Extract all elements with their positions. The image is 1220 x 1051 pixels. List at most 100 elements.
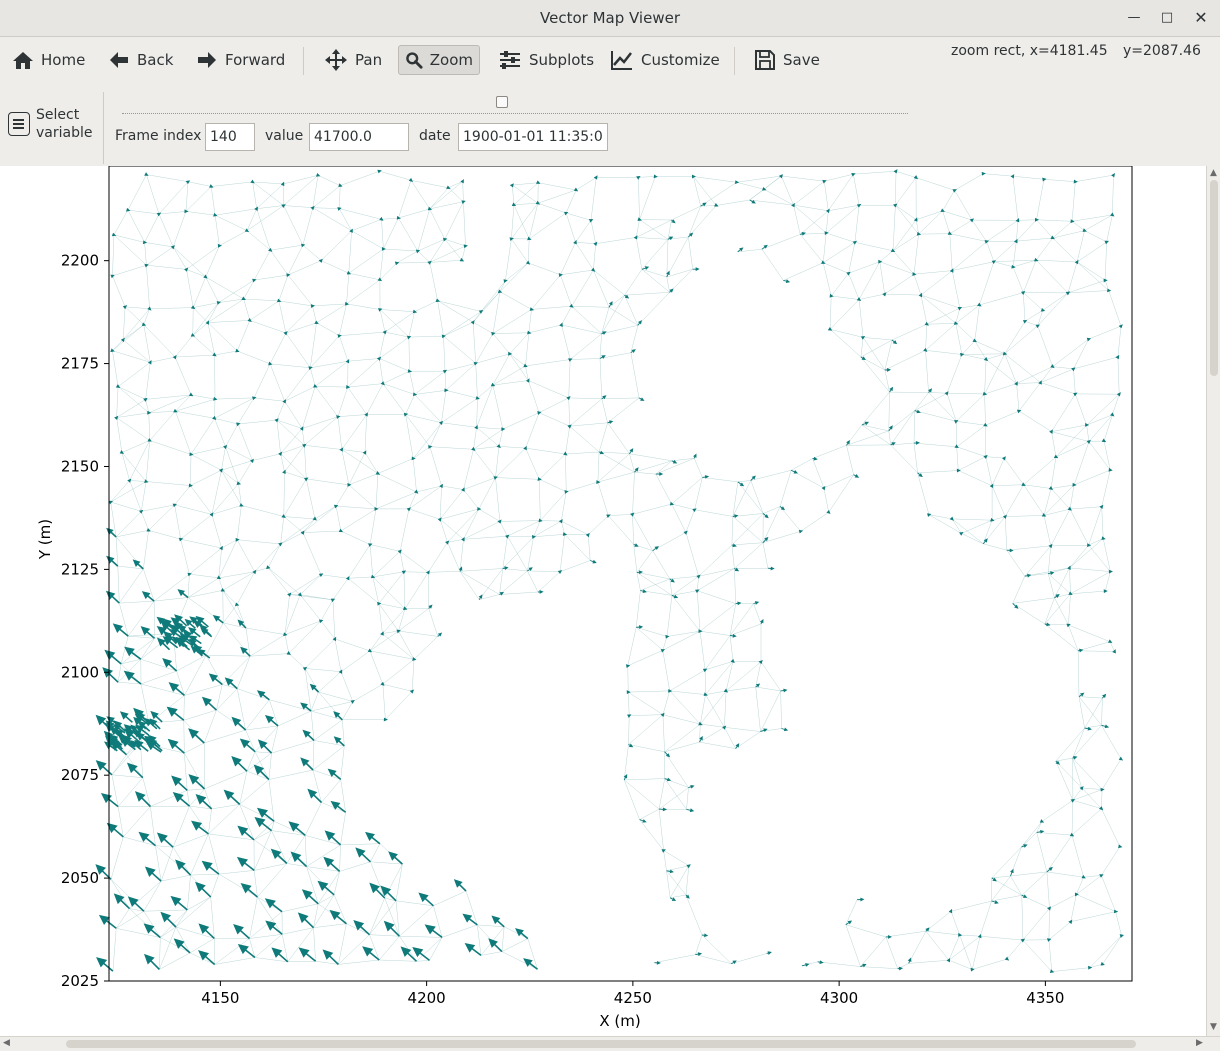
forward-button[interactable]: Forward xyxy=(190,45,291,75)
frame-slider-handle[interactable] xyxy=(496,96,508,108)
velocity-vector xyxy=(692,508,697,513)
mesh-edge xyxy=(511,238,529,264)
y-tick-label: 2075 xyxy=(61,766,99,784)
mesh-edge xyxy=(192,302,219,336)
velocity-vector xyxy=(982,538,988,545)
mesh-edge xyxy=(829,295,832,330)
mesh-edge xyxy=(1012,597,1055,604)
value-input[interactable] xyxy=(309,123,409,151)
mesh-edge xyxy=(1049,894,1077,909)
mesh-edge xyxy=(116,417,123,453)
save-button[interactable]: Save xyxy=(748,45,826,75)
mesh-edge xyxy=(1054,567,1070,598)
move-icon xyxy=(325,49,347,71)
mesh-edge xyxy=(731,516,734,546)
frame-slider[interactable] xyxy=(122,113,908,114)
select-variable-button[interactable]: Select variable xyxy=(8,106,92,142)
velocity-vector xyxy=(208,673,223,686)
mesh-edge xyxy=(154,597,189,602)
plot-canvas[interactable]: 4150 4200 4250 4300 4350 2025 2050 2075 2100 212… xyxy=(0,165,1206,1036)
home-button[interactable]: Home xyxy=(6,45,91,75)
velocity-vector xyxy=(734,567,740,572)
velocity-vector xyxy=(888,425,893,432)
minimize-icon[interactable]: — xyxy=(1124,8,1144,28)
velocity-vector xyxy=(367,543,373,547)
mesh-edge xyxy=(920,294,956,324)
subplots-button[interactable]: Subplots xyxy=(492,45,600,75)
mesh-edge xyxy=(1088,325,1122,340)
mesh-edge xyxy=(476,398,478,428)
scroll-up-icon[interactable]: ▲ xyxy=(1210,168,1217,178)
mesh-edge xyxy=(511,204,515,239)
velocity-vector xyxy=(100,793,119,808)
pan-button[interactable]: Pan xyxy=(318,45,388,75)
mesh-edge xyxy=(1046,871,1050,909)
mesh-edge xyxy=(214,350,238,356)
velocity-vector xyxy=(147,410,152,415)
mesh-edge xyxy=(632,514,634,545)
mesh-edge xyxy=(214,214,248,231)
mesh-edge xyxy=(146,481,191,486)
mesh-edge xyxy=(629,714,663,716)
mesh-edge xyxy=(560,242,576,275)
frame-index-input[interactable] xyxy=(205,123,255,151)
back-button[interactable]: Back xyxy=(102,45,179,75)
velocity-vector xyxy=(598,450,605,455)
mesh-edge xyxy=(315,361,349,387)
horizontal-scrollbar[interactable]: ◀ ▶ xyxy=(0,1036,1220,1051)
mesh-edge xyxy=(951,518,984,544)
mesh-edge xyxy=(1088,545,1111,572)
maximize-icon[interactable]: □ xyxy=(1157,8,1177,28)
mesh-edge xyxy=(366,383,384,415)
mesh-edge xyxy=(369,897,385,935)
mesh-edge xyxy=(479,568,503,600)
mesh-edge xyxy=(1081,787,1103,790)
close-icon[interactable]: ✕ xyxy=(1191,8,1211,28)
date-input[interactable] xyxy=(458,123,608,151)
velocity-vector xyxy=(95,760,113,776)
velocity-vector xyxy=(637,217,642,221)
mesh-edge xyxy=(334,638,370,652)
velocity-vector xyxy=(914,409,921,414)
velocity-vector xyxy=(377,169,382,174)
mesh-edge xyxy=(429,262,438,301)
velocity-vector xyxy=(191,820,209,835)
mesh-edge xyxy=(888,392,890,431)
mesh-edge xyxy=(256,183,284,209)
mesh-edge xyxy=(443,321,474,337)
mesh-edge xyxy=(141,511,149,531)
mesh-edge xyxy=(1036,219,1073,222)
zoom-button[interactable]: Zoom xyxy=(398,45,480,75)
velocity-vector xyxy=(1118,756,1124,761)
customize-button[interactable]: Customize xyxy=(604,45,726,75)
horizontal-scroll-thumb[interactable] xyxy=(66,1040,1136,1048)
mesh-edge xyxy=(150,790,188,807)
mesh-edge xyxy=(339,185,341,209)
mesh-edge xyxy=(444,371,447,391)
mesh-edge xyxy=(669,669,706,692)
velocity-vector xyxy=(913,175,918,180)
velocity-vector xyxy=(346,270,352,275)
mesh-edge xyxy=(257,863,287,898)
arrow-right-icon xyxy=(198,52,216,68)
velocity-vector xyxy=(527,236,532,241)
vertical-scrollbar[interactable]: ▲ ▼ xyxy=(1206,166,1220,1036)
mesh-edge xyxy=(630,352,640,398)
mesh-edge xyxy=(1050,508,1071,547)
mesh-edge xyxy=(243,279,255,300)
mesh-edge xyxy=(499,521,508,537)
velocity-vector xyxy=(1046,938,1052,942)
scroll-down-icon[interactable]: ▼ xyxy=(1210,1022,1217,1032)
mesh-edge xyxy=(398,630,438,637)
mesh-edge xyxy=(956,421,986,426)
mesh-edge xyxy=(812,445,847,459)
vector-plot[interactable]: 4150 4200 4250 4300 4350 2025205020752100212… xyxy=(0,165,1206,1036)
velocity-vector xyxy=(1070,798,1075,803)
scroll-left-icon[interactable]: ◀ xyxy=(3,1038,10,1048)
vertical-scroll-thumb[interactable] xyxy=(1210,180,1218,376)
list-icon xyxy=(8,112,30,136)
mesh-edge xyxy=(304,445,307,479)
mesh-edge xyxy=(783,262,824,281)
mesh-edge xyxy=(378,571,405,604)
scroll-right-icon[interactable]: ▶ xyxy=(1196,1038,1203,1048)
